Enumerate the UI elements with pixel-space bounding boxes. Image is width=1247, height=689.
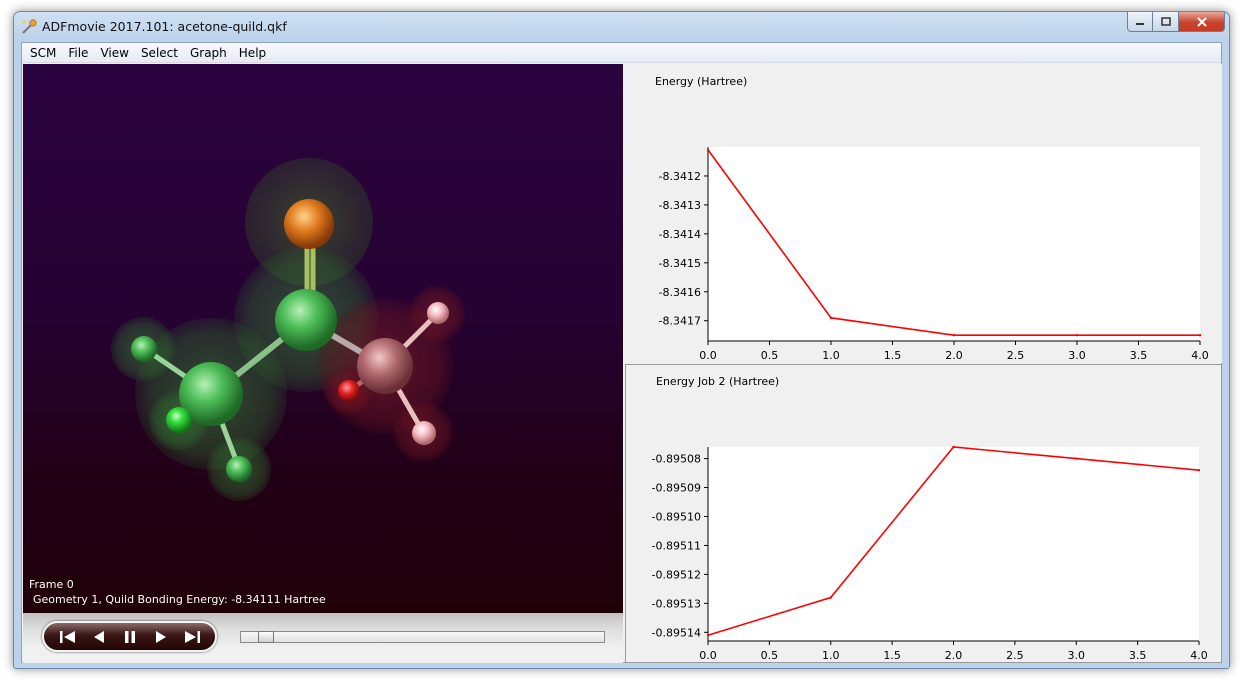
menu-file[interactable]: File — [62, 43, 94, 63]
x-tick-label: 1.5 — [883, 649, 901, 662]
window-title: ADFmovie 2017.101: acetone-quild.qkf — [42, 19, 287, 34]
skip-to-end-icon — [184, 630, 200, 643]
data-point — [829, 316, 833, 320]
energy-chart[interactable]: -8.3412 -8.3413 -8.3414 -8.3415 -8.3416 -8.34… — [625, 64, 1222, 363]
menu-graph[interactable]: Graph — [184, 43, 233, 63]
previous-frame-button[interactable] — [87, 627, 111, 647]
data-point — [952, 334, 956, 337]
x-tick-label: 2.5 — [1006, 649, 1024, 662]
data-point — [1197, 468, 1201, 472]
y-tick-label: -0.89512 — [652, 568, 701, 581]
x-tick-label: 4.0 — [1190, 649, 1208, 662]
adfmovie-app-icon — [22, 19, 37, 34]
x-tick-label: 4.0 — [1191, 349, 1209, 362]
pause-button[interactable] — [118, 627, 142, 647]
carbon-atom[interactable] — [275, 289, 337, 351]
x-tick-label: 2.0 — [945, 649, 963, 662]
frame-slider[interactable] — [240, 631, 605, 643]
application-window: ADFmovie 2017.101: acetone-quild.qkf SCM… — [13, 11, 1230, 669]
x-tick-label: 2.0 — [945, 349, 963, 362]
x-tick-label: 3.5 — [1129, 649, 1147, 662]
y-tick-label: -8.3414 — [659, 228, 701, 241]
data-point — [829, 596, 832, 599]
x-tick-label: 0.0 — [699, 649, 717, 662]
y-tick-label: -8.3412 — [659, 170, 701, 183]
menu-bar: SCM File View Select Graph Help — [22, 43, 1221, 63]
playback-controls-area — [23, 613, 623, 663]
data-point — [1198, 334, 1202, 337]
close-icon — [1196, 16, 1207, 27]
energy-job2-chart[interactable]: -0.89508 -0.89509 -0.89510 -0.89511 -0.89512… — [626, 365, 1221, 662]
y-tick-label: -0.89508 — [652, 453, 701, 466]
hydrogen-atom[interactable] — [226, 456, 252, 482]
client-area: SCM File View Select Graph Help Frame 0 … — [21, 42, 1222, 663]
y-tick-label: -8.3416 — [659, 286, 701, 299]
maximize-icon — [1160, 17, 1171, 26]
minimize-icon — [1136, 22, 1144, 25]
oxygen-atom[interactable] — [284, 199, 334, 249]
y-tick-label: -8.3415 — [659, 257, 701, 270]
molecule-viewer[interactable]: Frame 0 Geometry 1, Quild Bonding Energy… — [23, 64, 623, 613]
x-tick-label: 3.0 — [1068, 349, 1086, 362]
frame-label: Frame 0 — [29, 578, 74, 591]
hydrogen-atom-red[interactable] — [412, 421, 436, 445]
data-point — [706, 148, 710, 152]
x-tick-label: 0.0 — [699, 349, 717, 362]
energy-job2-graph-panel: Energy Job 2 (Hartree) -0.89508 -0.89509-… — [625, 364, 1222, 663]
close-button[interactable] — [1179, 12, 1225, 32]
x-tick-label: 3.5 — [1130, 349, 1148, 362]
menu-select[interactable]: Select — [135, 43, 184, 63]
menu-scm[interactable]: SCM — [24, 43, 62, 63]
last-frame-button[interactable] — [180, 627, 204, 647]
window-controls — [1127, 12, 1225, 32]
step-forward-icon — [155, 630, 166, 643]
menu-help[interactable]: Help — [233, 43, 272, 63]
y-tick-label: -0.89510 — [652, 510, 701, 523]
y-tick-label: -8.3417 — [659, 315, 701, 328]
data-point — [952, 445, 955, 449]
energy-graph-panel: Energy (Hartree) -8.3412 -8.3413 -8.3414 -8… — [625, 64, 1222, 363]
molecule-scene[interactable] — [23, 64, 623, 613]
first-frame-button[interactable] — [56, 627, 80, 647]
y-tick-label: -0.89513 — [652, 597, 701, 610]
x-tick-label: 1.0 — [822, 349, 840, 362]
title-bar[interactable]: ADFmovie 2017.101: acetone-quild.qkf — [14, 12, 1229, 42]
x-tick-label: 1.0 — [822, 649, 840, 662]
frame-slider-thumb[interactable] — [258, 631, 274, 643]
x-tick-label: 2.5 — [1007, 349, 1025, 362]
y-tick-label: -0.89509 — [652, 482, 701, 495]
data-point — [1075, 457, 1078, 460]
playback-controls — [42, 621, 217, 652]
data-point — [706, 634, 710, 637]
y-tick-label: -0.89511 — [652, 539, 701, 552]
hydrogen-atom-red[interactable] — [427, 302, 449, 324]
y-tick-label: -0.89514 — [652, 626, 701, 639]
hydrogen-atom-red[interactable] — [338, 380, 360, 402]
skip-to-start-icon — [59, 630, 75, 643]
data-point — [1075, 334, 1079, 337]
hydrogen-atom[interactable] — [131, 336, 157, 362]
pause-icon — [124, 630, 135, 643]
step-back-icon — [93, 630, 104, 643]
x-tick-label: 1.5 — [884, 349, 902, 362]
plot-area — [708, 147, 1200, 341]
x-tick-label: 0.5 — [761, 349, 779, 362]
menu-view[interactable]: View — [94, 43, 134, 63]
maximize-button[interactable] — [1153, 12, 1179, 32]
y-tick-label: -8.3413 — [659, 199, 701, 212]
next-frame-button[interactable] — [149, 627, 173, 647]
methyl-carbon-atom-red[interactable] — [357, 338, 413, 394]
minimize-button[interactable] — [1127, 12, 1153, 32]
geometry-energy-label: Geometry 1, Quild Bonding Energy: -8.341… — [33, 593, 326, 606]
hydrogen-atom[interactable] — [166, 407, 192, 433]
x-tick-label: 3.0 — [1068, 649, 1086, 662]
x-tick-label: 0.5 — [761, 649, 779, 662]
